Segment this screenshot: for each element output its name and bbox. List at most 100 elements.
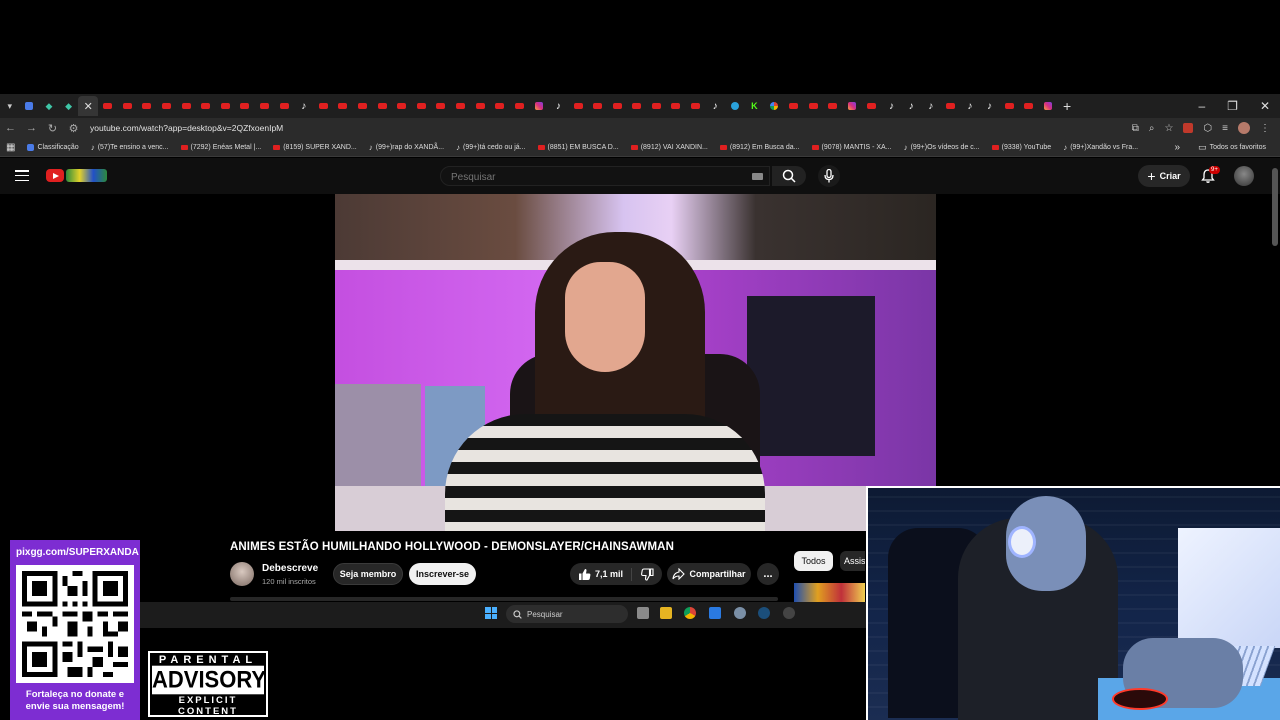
tab-instagram[interactable] xyxy=(843,96,863,116)
tab-youtube[interactable] xyxy=(451,96,471,116)
tab-youtube[interactable] xyxy=(588,96,608,116)
chrome-icon[interactable] xyxy=(684,607,696,619)
extension-icon[interactable] xyxy=(1183,123,1194,133)
all-bookmarks-folder[interactable]: ▭ Todos os favoritos xyxy=(1192,142,1272,153)
steam-icon[interactable] xyxy=(758,607,770,619)
tab-youtube[interactable] xyxy=(686,96,706,116)
tab-youtube[interactable] xyxy=(666,96,686,116)
tab-youtube[interactable] xyxy=(1019,96,1039,116)
tab-instagram[interactable] xyxy=(529,96,549,116)
recommended-thumbnail[interactable] xyxy=(794,583,865,603)
tab-tiktok[interactable]: ♪ xyxy=(901,96,921,116)
tab-youtube[interactable] xyxy=(176,96,196,116)
channel-name[interactable]: Debescreve xyxy=(262,563,318,574)
taskbar-search[interactable]: Pesquisar xyxy=(506,605,628,623)
site-info-icon[interactable]: ⚙ xyxy=(63,122,84,135)
bookmark-item[interactable]: ♪ (99+)Os vídeos de c... xyxy=(898,143,986,152)
store-icon[interactable] xyxy=(709,607,721,619)
search-button[interactable] xyxy=(772,166,806,186)
tab-search-icon[interactable]: ▾ xyxy=(0,96,20,116)
tab-tiktok[interactable]: ♪ xyxy=(882,96,902,116)
browser-menu-icon[interactable]: ⋮ xyxy=(1260,123,1270,134)
channel-avatar[interactable] xyxy=(230,562,254,586)
youtube-logo[interactable] xyxy=(46,169,64,182)
create-button[interactable]: + Criar xyxy=(1138,165,1190,187)
subscribe-button[interactable]: Inscrever-se xyxy=(409,563,476,585)
tab-youtube[interactable] xyxy=(235,96,255,116)
tab-youtube[interactable] xyxy=(490,96,510,116)
tab-pinned-3[interactable]: ◆ xyxy=(59,96,79,116)
tab-youtube[interactable] xyxy=(470,96,490,116)
bookmark-item[interactable]: (7292) Enéas Metal |... xyxy=(175,144,268,151)
tab-youtube[interactable] xyxy=(607,96,627,116)
tab-youtube[interactable] xyxy=(372,96,392,116)
bookmark-item[interactable]: (8912) VAI XANDIN... xyxy=(625,144,714,151)
menu-icon[interactable] xyxy=(15,170,29,181)
more-actions-button[interactable]: ... xyxy=(757,563,779,585)
profile-avatar[interactable] xyxy=(1238,122,1250,134)
chip-second[interactable]: Assis xyxy=(840,551,865,571)
tab-telegram[interactable] xyxy=(725,96,745,116)
file-explorer-icon[interactable] xyxy=(660,607,672,619)
settings-icon[interactable] xyxy=(734,607,746,619)
tab-youtube[interactable] xyxy=(157,96,177,116)
bookmark-item[interactable]: ♪ (99+)tá cedo ou já... xyxy=(450,143,531,152)
bookmark-item[interactable]: ♪ (99+)rap do XANDÃ... xyxy=(363,143,450,152)
page-scrollbar[interactable] xyxy=(1272,168,1278,246)
minimize-icon[interactable]: – xyxy=(1198,99,1205,113)
tab-instagram[interactable] xyxy=(1038,96,1058,116)
tab-pinned-1[interactable] xyxy=(20,96,40,116)
tab-youtube[interactable] xyxy=(647,96,667,116)
dislike-button[interactable] xyxy=(632,567,662,581)
bookmark-item[interactable]: (8159) SUPER XAND... xyxy=(267,144,363,151)
reload-icon[interactable]: ↻ xyxy=(42,122,63,135)
tab-youtube[interactable] xyxy=(392,96,412,116)
video-player[interactable] xyxy=(335,194,936,531)
forward-icon[interactable]: → xyxy=(21,122,42,134)
tab-youtube[interactable] xyxy=(274,96,294,116)
bookmark-item[interactable]: (9338) YouTube xyxy=(986,144,1058,151)
zoom-icon[interactable]: ⌕ xyxy=(1149,123,1155,134)
tab-google[interactable] xyxy=(764,96,784,116)
apps-grid-icon[interactable]: ▦ xyxy=(0,142,21,153)
description-box[interactable] xyxy=(230,597,778,601)
tab-tiktok[interactable]: ♪ xyxy=(960,96,980,116)
account-avatar[interactable] xyxy=(1234,166,1254,186)
obs-icon[interactable] xyxy=(783,607,795,619)
task-view-icon[interactable] xyxy=(637,607,649,619)
tab-youtube[interactable] xyxy=(784,96,804,116)
tab-tiktok[interactable]: ♪ xyxy=(705,96,725,116)
youtube-doodle-logo[interactable] xyxy=(66,169,107,182)
tab-youtube[interactable] xyxy=(196,96,216,116)
tab-active[interactable]: ✕ xyxy=(78,96,98,116)
tab-youtube[interactable] xyxy=(431,96,451,116)
bookmark-item[interactable]: Classificação xyxy=(21,143,84,151)
tab-youtube[interactable] xyxy=(137,96,157,116)
bookmark-item[interactable]: (8912) Em Busca da... xyxy=(714,144,806,151)
back-icon[interactable]: ← xyxy=(0,122,21,134)
reading-list-icon[interactable]: ≡ xyxy=(1222,123,1228,134)
tab-youtube[interactable] xyxy=(999,96,1019,116)
tab-youtube[interactable] xyxy=(314,96,334,116)
bookmark-item[interactable]: ♪ (99+)Xandão vs Fra... xyxy=(1057,143,1144,152)
like-button[interactable]: 7,1 mil xyxy=(570,567,632,581)
tab-kick[interactable]: K xyxy=(745,96,765,116)
windows-start-icon[interactable] xyxy=(485,607,497,619)
tab-tiktok[interactable]: ♪ xyxy=(549,96,569,116)
chip-all[interactable]: Todos xyxy=(794,551,833,571)
tab-tiktok[interactable]: ♪ xyxy=(921,96,941,116)
star-icon[interactable]: ☆ xyxy=(1164,123,1173,134)
extensions-icon[interactable]: ⬡ xyxy=(1203,123,1212,134)
install-app-icon[interactable]: ⧉ xyxy=(1132,123,1139,134)
tab-youtube[interactable] xyxy=(803,96,823,116)
tab-youtube[interactable] xyxy=(568,96,588,116)
tab-youtube[interactable] xyxy=(823,96,843,116)
tab-youtube[interactable] xyxy=(941,96,961,116)
maximize-icon[interactable]: ❐ xyxy=(1227,99,1238,113)
tab-youtube[interactable] xyxy=(216,96,236,116)
bookmark-item[interactable]: ♪ (57)Te ensino a venc... xyxy=(85,143,175,152)
join-button[interactable]: Seja membro xyxy=(333,563,403,585)
tab-youtube[interactable] xyxy=(627,96,647,116)
bookmark-item[interactable]: (8851) EM BUSCA D... xyxy=(532,144,625,151)
voice-search-button[interactable] xyxy=(818,165,840,187)
